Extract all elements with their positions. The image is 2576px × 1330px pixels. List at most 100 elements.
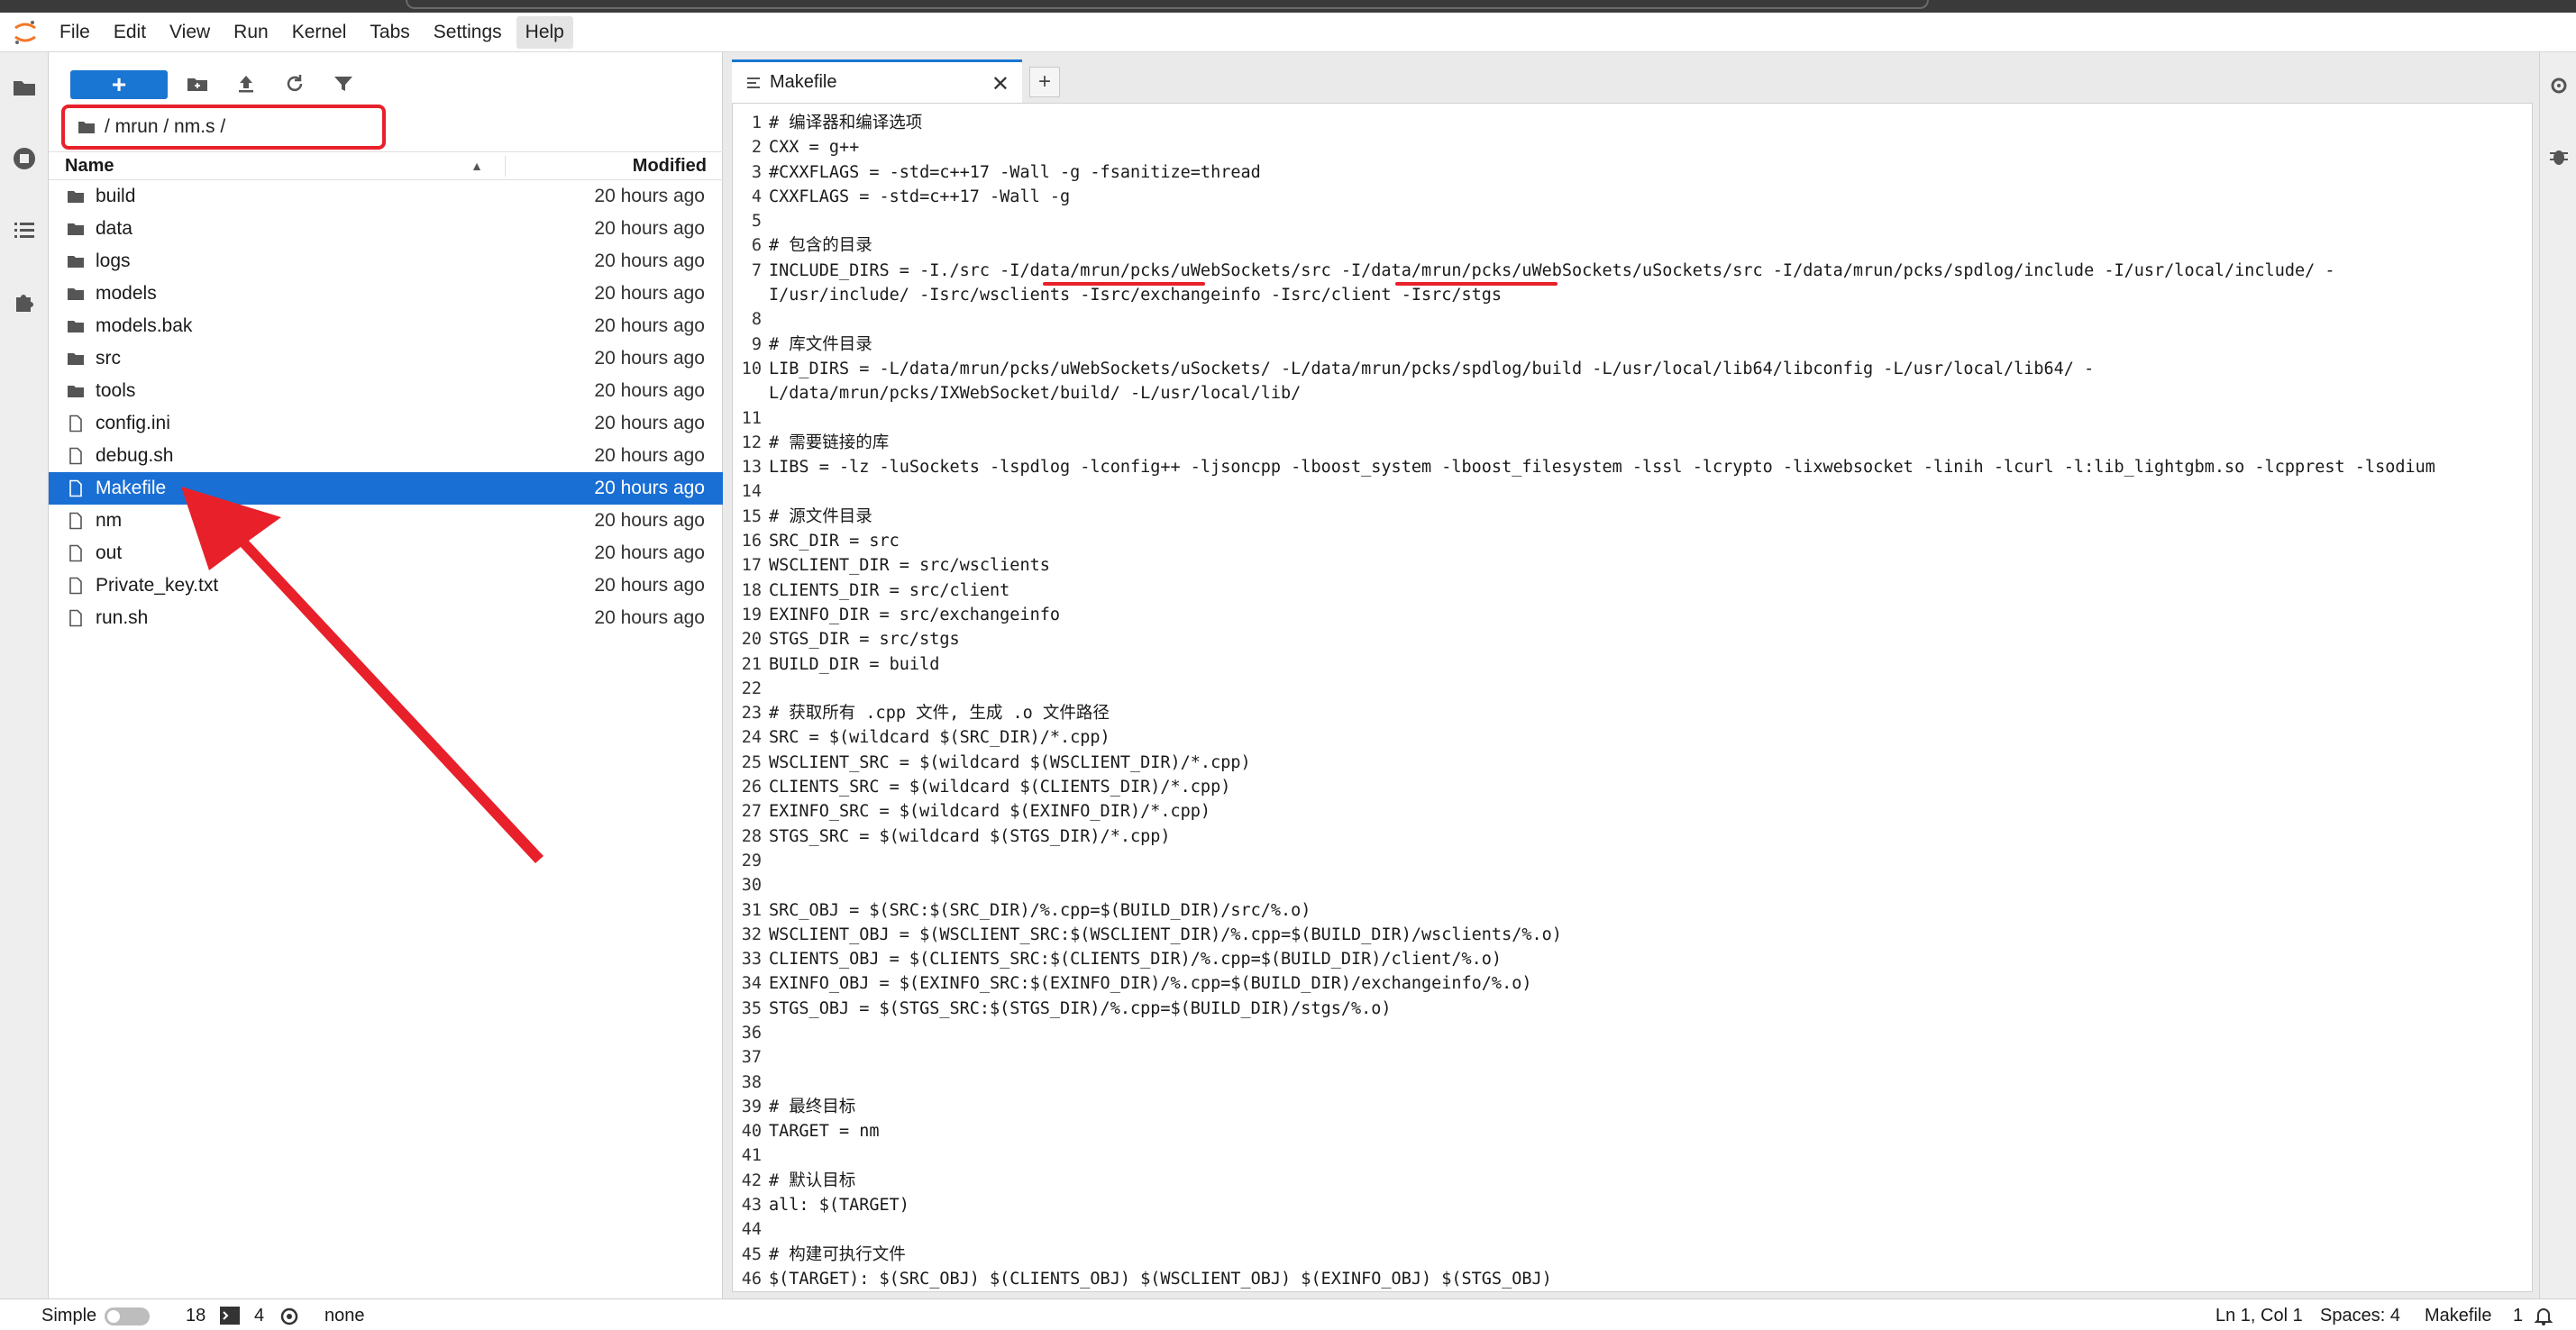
file-modified: 20 hours ago [594,218,705,239]
kernel-name[interactable]: none [324,1306,365,1326]
bell-icon[interactable] [2533,1305,2554,1326]
kernel-count[interactable]: 4 [254,1306,264,1326]
code-line: 9 # 库文件目录 [733,332,2532,357]
menu-tabs[interactable]: Tabs [361,16,418,49]
file-icon [69,447,82,465]
refresh-icon[interactable] [283,72,306,96]
line-number: 7 [751,260,762,280]
terminal-count[interactable]: 18 [186,1306,206,1326]
line-number: 17 [741,556,762,576]
line-number: 2 [751,138,762,158]
file-row[interactable]: Private_key.txt 20 hours ago [49,569,723,602]
cursor-position[interactable]: Ln 1, Col 1 [2215,1306,2303,1326]
file-row[interactable]: src 20 hours ago [49,342,723,375]
line-text: WSCLIENT_SRC = $(wildcard $(WSCLIENT_DIR… [769,752,1251,772]
code-line: 35 STGS_OBJ = $(STGS_SRC:$(STGS_DIR)/%.cp… [733,997,2532,1021]
debugger-icon[interactable] [2547,144,2571,168]
line-number: 32 [741,925,762,944]
code-line: 5 [733,209,2532,233]
file-row[interactable]: data 20 hours ago [49,213,723,245]
code-line: 6 # 包含的目录 [733,233,2532,258]
folder-icon[interactable] [78,119,96,135]
column-name[interactable]: Name ▲ [49,156,505,177]
file-row[interactable]: out 20 hours ago [49,537,723,569]
file-row[interactable]: models.bak 20 hours ago [49,310,723,342]
line-text: EXINFO_SRC = $(wildcard $(EXINFO_DIR)/*.… [769,802,1211,822]
code-line: I/usr/include/ -Isrc/wsclients -Isrc/exc… [733,283,2532,307]
file-row[interactable]: Makefile 20 hours ago [49,472,723,505]
file-type[interactable]: Makefile [2425,1306,2491,1326]
menu-edit[interactable]: Edit [105,16,155,49]
left-activity-bar [0,52,49,1298]
file-row[interactable]: nm 20 hours ago [49,505,723,537]
folder-icon[interactable] [11,74,38,101]
line-number: 40 [741,1122,762,1142]
stop-circle-icon[interactable] [11,145,38,172]
file-row[interactable]: run.sh 20 hours ago [49,602,723,634]
menu-help[interactable]: Help [516,15,573,49]
menu-file[interactable]: File [50,16,99,49]
file-row[interactable]: build 20 hours ago [49,180,723,213]
add-tab-button[interactable]: + [1029,67,1060,97]
notification-count[interactable]: 1 [2513,1306,2523,1326]
code-line: 21 BUILD_DIR = build [733,652,2532,677]
breadcrumb-path[interactable]: / mrun / nm.s / [105,116,225,138]
kernel-gear-icon[interactable] [279,1307,299,1326]
line-number: 42 [741,1171,762,1190]
code-line: 30 [733,873,2532,897]
code-line: 39 # 最终目标 [733,1095,2532,1119]
column-modified[interactable]: Modified [505,155,723,177]
close-icon[interactable]: ✕ [991,71,1009,97]
jupyter-logo-icon [0,13,50,52]
file-modified: 20 hours ago [594,445,705,466]
code-line: 46 $(TARGET): $(SRC_OBJ) $(CLIENTS_OBJ) $… [733,1267,2532,1291]
menu-settings[interactable]: Settings [425,16,511,49]
new-launcher-button[interactable]: + [70,70,168,99]
line-text: LIB_DIRS = -L/data/mrun/pcks/uWebSockets… [769,359,2095,378]
file-modified: 20 hours ago [594,315,705,336]
file-row[interactable]: config.ini 20 hours ago [49,407,723,440]
window-top-strip [0,0,2576,13]
line-number: 43 [741,1196,762,1216]
line-number: 13 [741,458,762,478]
file-row[interactable]: tools 20 hours ago [49,375,723,407]
code-line: 31 SRC_OBJ = $(SRC:$(SRC_DIR)/%.cpp=$(BUI… [733,898,2532,923]
line-number: 27 [741,802,762,822]
line-number: 35 [741,998,762,1018]
simple-mode-toggle[interactable] [105,1307,150,1325]
terminal-icon[interactable] [220,1307,240,1325]
tab-makefile[interactable]: Makefile ✕ [732,59,1022,103]
code-line: L/data/mrun/pcks/IXWebSocket/build/ -L/u… [733,381,2532,405]
file-row[interactable]: models 20 hours ago [49,278,723,310]
file-name: models [96,283,157,304]
breadcrumb[interactable]: / mrun / nm.s / [61,105,386,150]
folder-icon [68,191,84,203]
file-name: Private_key.txt [96,575,219,596]
upload-icon[interactable] [234,72,258,96]
puzzle-icon[interactable] [11,288,38,315]
code-line: 42 # 默认目标 [733,1169,2532,1193]
menu-kernel[interactable]: Kernel [283,16,356,49]
indent-spaces[interactable]: Spaces: 4 [2320,1306,2400,1326]
file-row[interactable]: logs 20 hours ago [49,245,723,278]
code-editor[interactable]: 1 # 编译器和编译选项 2 CXX = g++ 3 #CXXFLAGS = -std=c… [732,103,2533,1292]
file-row[interactable]: debug.sh 20 hours ago [49,440,723,472]
code-line: 37 [733,1045,2532,1070]
list-icon[interactable] [11,216,38,243]
line-number: 16 [741,532,762,551]
file-name: nm [96,510,123,531]
line-number: 24 [741,728,762,748]
property-inspector-icon[interactable] [2547,74,2571,97]
code-line: 20 STGS_DIR = src/stgs [733,627,2532,651]
code-line: 32 WSCLIENT_OBJ = $(WSCLIENT_SRC:$(WSCLIE… [733,923,2532,947]
folder-icon [68,288,84,300]
code-line: 23 # 获取所有 .cpp 文件, 生成 .o 文件路径 [733,701,2532,725]
filter-icon[interactable] [332,72,355,96]
code-line: 12 # 需要链接的库 [733,431,2532,455]
line-number: 41 [741,1146,762,1166]
menu-run[interactable]: Run [224,16,278,49]
new-folder-icon[interactable] [186,72,209,96]
line-text: STGS_DIR = src/stgs [769,630,960,650]
menu-view[interactable]: View [160,16,219,49]
code-line: 1 # 编译器和编译选项 [733,111,2532,135]
